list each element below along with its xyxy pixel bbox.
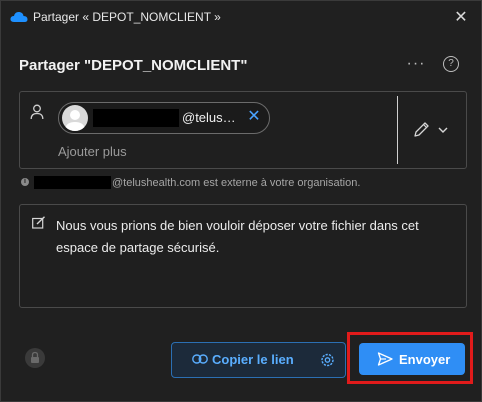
copy-link-button[interactable]: Copier le lien	[171, 342, 311, 378]
share-dialog: Partager « DEPOT_NOMCLIENT » ✕ Partager …	[0, 0, 482, 402]
lock-icon	[31, 351, 39, 363]
avatar	[62, 105, 88, 131]
send-button[interactable]: Envoyer	[359, 343, 465, 375]
remove-recipient-button[interactable]: ✕	[245, 108, 263, 126]
onedrive-cloud-icon	[10, 11, 28, 22]
avatar-silhouette-icon	[65, 110, 85, 131]
permission-dropdown-button[interactable]	[410, 118, 454, 142]
divider	[397, 96, 398, 164]
lock-settings-button[interactable]	[25, 348, 45, 368]
title-bar: Partager « DEPOT_NOMCLIENT » ✕	[1, 1, 481, 33]
link-settings-button[interactable]	[310, 342, 346, 378]
link-icon	[192, 354, 208, 364]
help-button[interactable]: ?	[443, 56, 459, 72]
message-field[interactable]: Nous vous prions de bien vouloir déposer…	[19, 204, 467, 308]
dialog-heading: Partager "DEPOT_NOMCLIENT"	[19, 57, 248, 74]
info-icon: i	[21, 178, 29, 186]
close-button[interactable]: ✕	[451, 7, 471, 27]
send-label: Envoyer	[399, 352, 451, 367]
message-edit-icon	[32, 216, 45, 229]
ellipsis-icon: ···	[406, 55, 426, 72]
message-text[interactable]: Nous vous prions de bien vouloir déposer…	[56, 215, 456, 259]
redacted-text	[34, 176, 111, 189]
close-icon: ✕	[247, 108, 261, 125]
close-icon: ✕	[454, 9, 468, 26]
window-title: Partager « DEPOT_NOMCLIENT »	[33, 10, 221, 24]
send-icon	[377, 352, 393, 366]
gear-icon	[321, 353, 334, 367]
recipient-email: @telus…	[182, 110, 236, 125]
recipient-chip[interactable]: @telus… ✕	[58, 102, 270, 134]
person-icon	[30, 104, 44, 120]
help-icon: ?	[448, 58, 454, 69]
add-more-input[interactable]	[58, 144, 258, 159]
edit-pencil-icon	[414, 122, 448, 137]
notice-text: @telushealth.com est externe à votre org…	[112, 177, 361, 189]
copy-link-label: Copier le lien	[212, 352, 294, 367]
redacted-name	[93, 109, 179, 127]
more-options-button[interactable]: ···	[405, 55, 427, 75]
recipients-field[interactable]: @telus… ✕	[19, 91, 467, 169]
